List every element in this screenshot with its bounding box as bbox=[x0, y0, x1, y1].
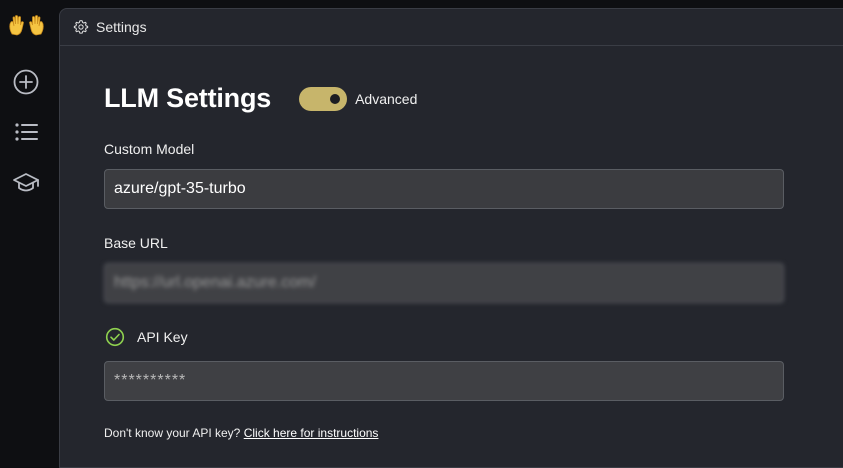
raised-hands-logo[interactable] bbox=[8, 14, 46, 36]
gear-icon bbox=[73, 20, 89, 34]
new-item-button[interactable] bbox=[11, 67, 41, 97]
check-circle-icon bbox=[105, 327, 125, 347]
raised-hand-right-icon bbox=[29, 15, 44, 36]
toggle-knob bbox=[330, 93, 341, 104]
title-row: LLM Settings Advanced bbox=[104, 83, 417, 114]
instructions-link[interactable]: Click here for instructions bbox=[244, 426, 379, 440]
base-url-label: Base URL bbox=[104, 235, 168, 251]
settings-panel: Settings LLM Settings Advanced Custom Mo… bbox=[59, 8, 843, 468]
list-icon bbox=[15, 123, 38, 141]
base-url-input[interactable] bbox=[104, 263, 784, 303]
sidebar bbox=[0, 0, 60, 454]
api-key-label-row: API Key bbox=[104, 327, 188, 347]
panel-header: Settings bbox=[60, 9, 843, 46]
advanced-toggle-label: Advanced bbox=[355, 90, 418, 107]
learn-button[interactable] bbox=[11, 168, 41, 198]
advanced-toggle[interactable] bbox=[299, 86, 348, 111]
raised-hand-left-icon bbox=[9, 15, 24, 36]
custom-model-label: Custom Model bbox=[104, 141, 195, 157]
api-key-label: API Key bbox=[137, 329, 188, 345]
panel-title: Settings bbox=[96, 19, 147, 35]
api-key-help: Don't know your API key? Click here for … bbox=[104, 426, 378, 440]
plus-circle-icon bbox=[13, 69, 39, 95]
api-key-help-text: Don't know your API key? bbox=[104, 426, 244, 440]
graduation-cap-icon bbox=[13, 173, 39, 192]
list-button[interactable] bbox=[11, 117, 41, 147]
custom-model-input[interactable] bbox=[104, 169, 784, 209]
api-key-input[interactable] bbox=[104, 361, 784, 401]
page-title: LLM Settings bbox=[104, 83, 272, 113]
